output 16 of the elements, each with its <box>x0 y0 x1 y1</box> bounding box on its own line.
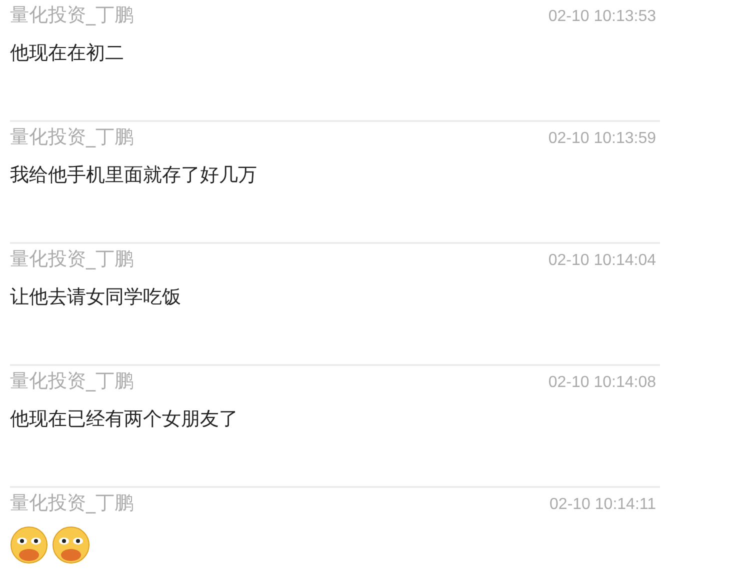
emoji-icon <box>10 526 48 564</box>
message-text: 他现在在初二 <box>10 41 124 66</box>
message-text: 我给他手机里面就存了好几万 <box>10 163 257 188</box>
message-time: 02-10 10:14:08 <box>548 374 656 392</box>
message-time: 02-10 10:14:11 <box>550 496 656 514</box>
sender-name: 量化投资_丁鹏 <box>10 125 134 150</box>
sender-name: 量化投资_丁鹏 <box>10 369 134 394</box>
message-time: 02-10 10:14:04 <box>548 252 656 270</box>
message-time: 02-10 10:13:59 <box>548 130 656 148</box>
sender-name: 量化投资_丁鹏 <box>10 247 134 272</box>
sender-name: 量化投资_丁鹏 <box>10 491 134 516</box>
message-text: 他现在已经有两个女朋友了 <box>10 407 238 432</box>
message-text: 让他去请女同学吃饭 <box>10 285 181 310</box>
message-time: 02-10 10:13:53 <box>548 8 656 26</box>
sender-name: 量化投资_丁鹏 <box>10 3 134 28</box>
emoji-icon <box>52 526 90 564</box>
